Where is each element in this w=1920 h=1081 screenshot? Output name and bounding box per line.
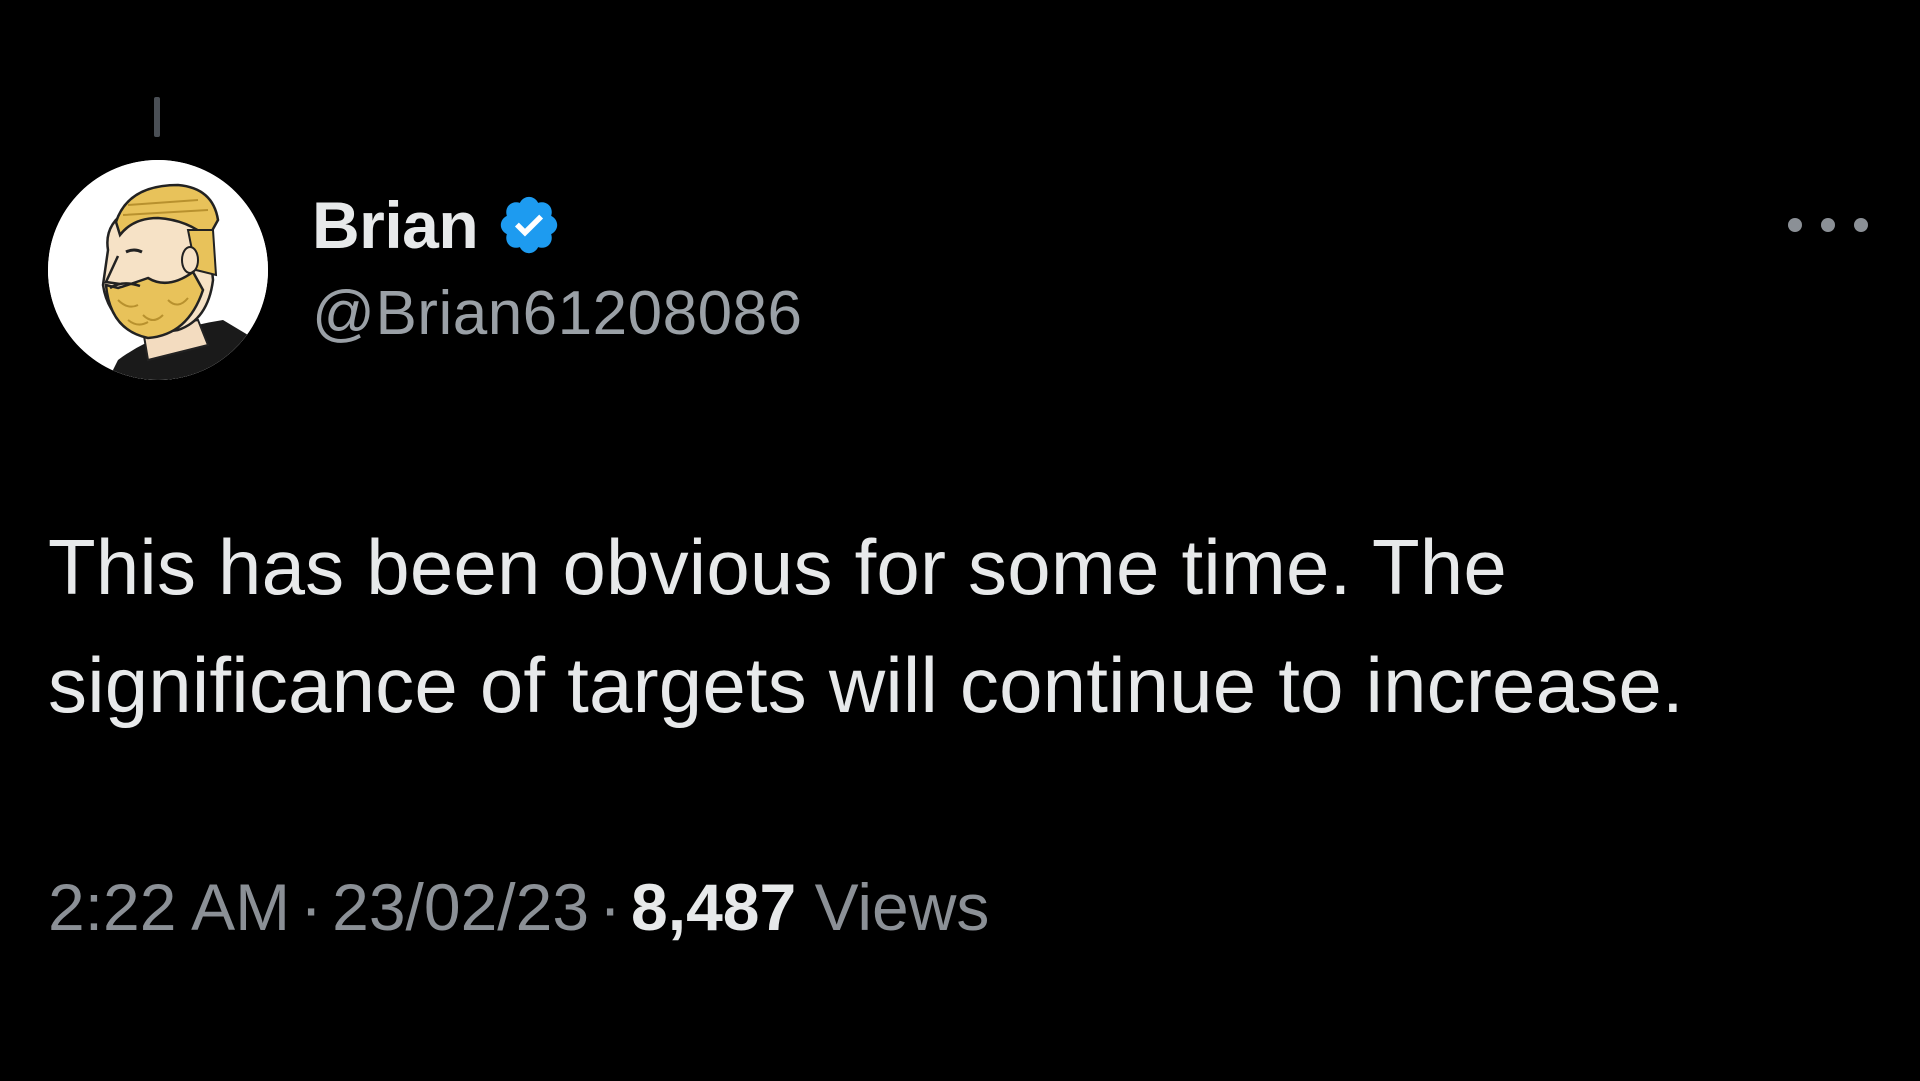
more-dot [1788, 218, 1802, 232]
views-label[interactable]: Views [815, 870, 990, 944]
author-handle[interactable]: @Brian61208086 [312, 272, 803, 356]
tweet-date[interactable]: 23/02/23 [332, 870, 589, 944]
author-info[interactable]: Brian [312, 183, 562, 267]
more-dot [1821, 218, 1835, 232]
thread-connector-line [154, 97, 160, 137]
separator: · [599, 870, 622, 944]
more-options-icon[interactable] [1788, 205, 1868, 245]
tweet-metadata: 2:22 AM · 23/02/23 · 8,487 Views [48, 862, 989, 952]
verified-badge-icon [496, 192, 562, 258]
tweet[interactable]: Brian @Brian61208086 This has been obvio… [0, 0, 1920, 1081]
tweet-time[interactable]: 2:22 AM [48, 870, 290, 944]
avatar[interactable] [48, 160, 268, 380]
views-count[interactable]: 8,487 [631, 870, 796, 944]
separator: · [300, 870, 323, 944]
more-dot [1854, 218, 1868, 232]
tweet-text: This has been obvious for some time. The… [48, 523, 1684, 729]
author-display-name[interactable]: Brian [312, 183, 479, 267]
bearded-man-avatar-icon [48, 160, 268, 380]
